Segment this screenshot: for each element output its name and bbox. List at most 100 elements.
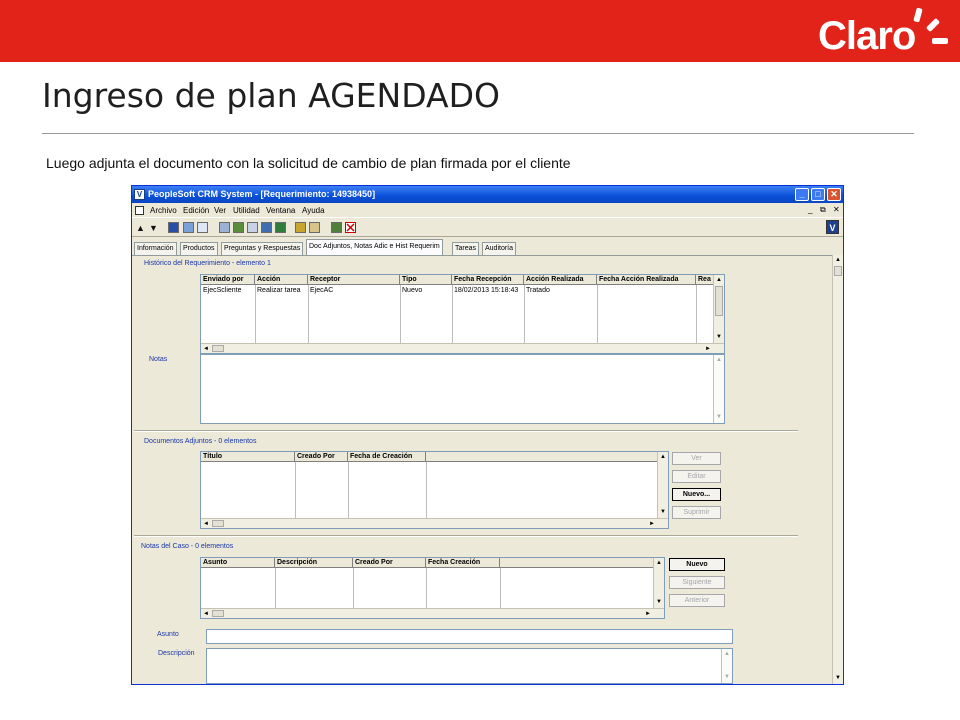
book-icon[interactable] [275, 222, 286, 233]
col-enviado-por[interactable]: Enviado por [201, 275, 255, 285]
documentos-grid[interactable]: Título Creado Por Fecha de Creación ▲ ▼ … [200, 451, 669, 529]
col-accion-realizada[interactable]: Acción Realizada [524, 275, 597, 285]
col-asunto[interactable]: Asunto [201, 558, 275, 568]
check-icon[interactable] [233, 222, 244, 233]
save-icon[interactable] [168, 222, 179, 233]
historico-vscroll[interactable]: ▲ ▼ [713, 275, 724, 343]
tab-doc-adjuntos[interactable]: Doc Adjuntos, Notas Adic e Hist Requerim [306, 239, 443, 255]
descripcion-textarea[interactable]: ▲ ▼ [206, 648, 733, 684]
menu-archivo[interactable]: Archivo [150, 206, 177, 215]
col-creado-por[interactable]: Creado Por [353, 558, 426, 568]
window-titlebar[interactable]: V PeopleSoft CRM System - [Requerimiento… [132, 186, 843, 203]
siguiente-button[interactable]: Siguiente [669, 576, 725, 589]
scroll-down-icon[interactable]: ▼ [833, 673, 843, 683]
calendar-icon[interactable] [295, 222, 306, 233]
maximize-button[interactable]: □ [811, 188, 825, 201]
menu-edicion[interactable]: Edición [183, 206, 209, 215]
notas-caso-vscroll[interactable]: ▲ ▼ [653, 558, 664, 608]
menu-ayuda[interactable]: Ayuda [302, 206, 325, 215]
asunto-input[interactable] [206, 629, 733, 644]
col-descripcion[interactable]: Descripción [275, 558, 353, 568]
notas-textarea[interactable]: ▲ ▼ [200, 354, 725, 424]
scroll-down-icon[interactable]: ▼ [714, 332, 724, 342]
document-menu-icon[interactable] [135, 206, 144, 215]
col-fecha-creacion[interactable]: Fecha Creación [426, 558, 500, 568]
col-tipo[interactable]: Tipo [400, 275, 452, 285]
cell-accion[interactable]: Realizar tarea [255, 286, 308, 295]
scroll-right-icon[interactable]: ► [647, 519, 657, 528]
cell-accion-realizada[interactable]: Tratado [524, 286, 597, 295]
tab-productos[interactable]: Productos [180, 242, 218, 255]
scroll-left-icon[interactable]: ◄ [201, 519, 211, 528]
mdi-close-button[interactable]: ✕ [833, 205, 840, 214]
scroll-up-icon[interactable]: ▲ [654, 558, 664, 568]
notas-caso-hscroll[interactable]: ◄ ► [201, 608, 664, 618]
cell-enviado-por[interactable]: EjecScliente [201, 286, 255, 295]
close-button[interactable]: ✕ [827, 188, 841, 201]
nuevo-nota-button[interactable]: Nuevo [669, 558, 725, 571]
mdi-restore-button[interactable]: ⧉ [820, 205, 826, 215]
col-accion[interactable]: Acción [255, 275, 308, 285]
tab-informacion[interactable]: Información [134, 242, 177, 255]
cell-receptor[interactable]: EjecAC [308, 286, 400, 295]
menu-utilidad[interactable]: Utilidad [233, 206, 260, 215]
cell-tipo[interactable]: Nuevo [400, 286, 452, 295]
tab-preguntas[interactable]: Preguntas y Respuestas [221, 242, 304, 255]
scroll-up-icon[interactable]: ▲ [722, 649, 732, 659]
notas-caso-grid[interactable]: Asunto Descripción Creado Por Fecha Crea… [200, 557, 665, 619]
scroll-thumb[interactable] [212, 610, 224, 617]
nuevo-documento-button[interactable]: Nuevo... [672, 488, 721, 501]
edit-icon[interactable] [331, 222, 342, 233]
vantive-icon[interactable]: V [826, 220, 839, 234]
scroll-thumb[interactable] [212, 345, 224, 352]
col-receptor[interactable]: Receptor [308, 275, 400, 285]
notas-vscroll[interactable]: ▲ ▼ [713, 355, 724, 423]
scroll-down-icon[interactable]: ▼ [658, 507, 668, 517]
tab-auditoria[interactable]: Auditoría [482, 242, 517, 255]
menu-ver[interactable]: Ver [214, 206, 226, 215]
scroll-down-icon[interactable]: ▼ [714, 412, 724, 422]
scroll-left-icon[interactable]: ◄ [201, 609, 211, 618]
suprimir-button[interactable]: Suprimir [672, 506, 721, 519]
col-titulo[interactable]: Título [201, 452, 295, 462]
editar-button[interactable]: Editar [672, 470, 721, 483]
scroll-thumb[interactable] [212, 520, 224, 527]
window-icon[interactable] [197, 222, 208, 233]
copy-icon[interactable] [183, 222, 194, 233]
descripcion-vscroll[interactable]: ▲ ▼ [721, 649, 732, 683]
col-creado-por[interactable]: Creado Por [295, 452, 348, 462]
scroll-right-icon[interactable]: ► [703, 344, 713, 353]
clipboard-icon[interactable] [219, 222, 230, 233]
help-icon[interactable] [309, 222, 320, 233]
cell-fecha-recepcion[interactable]: 18/02/2013 15:18:43 [452, 286, 524, 295]
arrow-down-icon[interactable]: ▼ [149, 223, 158, 233]
documentos-hscroll[interactable]: ◄ ► [201, 518, 668, 528]
tab-tareas[interactable]: Tareas [452, 242, 480, 255]
col-rea[interactable]: Rea [696, 275, 714, 285]
scroll-up-icon[interactable]: ▲ [833, 255, 843, 265]
anterior-button[interactable]: Anterior [669, 594, 725, 607]
documentos-vscroll[interactable]: ▲ ▼ [657, 452, 668, 518]
menu-ventana[interactable]: Ventana [266, 206, 295, 215]
mdi-minimize-button[interactable]: _ [808, 205, 812, 214]
scroll-right-icon[interactable]: ► [643, 609, 653, 618]
tree-icon[interactable] [261, 222, 272, 233]
scroll-thumb[interactable] [834, 266, 842, 276]
document-icon[interactable] [247, 222, 258, 233]
ver-button[interactable]: Ver [672, 452, 721, 465]
scroll-up-icon[interactable]: ▲ [658, 452, 668, 462]
col-fecha-accion-realizada[interactable]: Fecha Acción Realizada [597, 275, 696, 285]
historico-grid[interactable]: Enviado por Acción Receptor Tipo Fecha R… [200, 274, 725, 354]
col-fecha-recepcion[interactable]: Fecha Recepción [452, 275, 524, 285]
delete-icon[interactable] [345, 222, 356, 233]
panel-vscroll[interactable]: ▲ ▼ [832, 255, 843, 684]
arrow-up-icon[interactable]: ▲ [136, 223, 145, 233]
scroll-down-icon[interactable]: ▼ [654, 597, 664, 607]
minimize-button[interactable]: _ [795, 188, 809, 201]
col-fecha-de-creacion[interactable]: Fecha de Creación [348, 452, 426, 462]
scroll-up-icon[interactable]: ▲ [714, 275, 724, 285]
scroll-thumb[interactable] [715, 286, 723, 316]
scroll-up-icon[interactable]: ▲ [714, 355, 724, 365]
scroll-left-icon[interactable]: ◄ [201, 344, 211, 353]
scroll-down-icon[interactable]: ▼ [722, 672, 732, 682]
